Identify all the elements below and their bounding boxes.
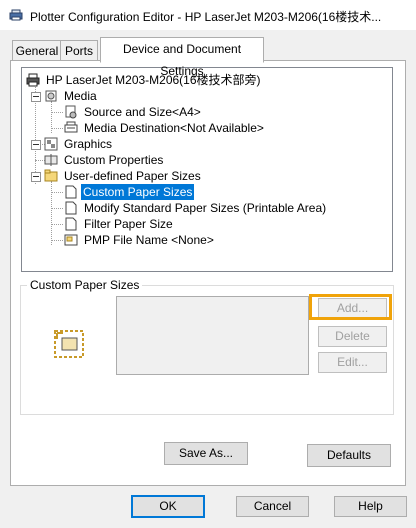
add-button-highlight — [309, 294, 392, 320]
pmp-file-icon — [64, 234, 78, 246]
tree-line — [51, 240, 63, 242]
ok-button[interactable]: OK — [131, 495, 205, 518]
output-tray-icon — [64, 121, 78, 133]
tab-device-and-document-settings[interactable]: Device and Document Settings — [100, 37, 264, 78]
tree-label-media: Media — [64, 89, 97, 103]
tree-label-custom-paper-sizes: Custom Paper Sizes — [81, 184, 195, 200]
paper-icon — [65, 217, 77, 231]
tree-line — [51, 192, 63, 194]
edit-button[interactable]: Edit... — [318, 352, 387, 373]
tree-label-graphics: Graphics — [64, 137, 113, 151]
collapse-toggle[interactable] — [31, 92, 41, 102]
tree-line — [51, 224, 63, 226]
custom-paper-icon — [54, 330, 84, 358]
tree-label-custom-properties: Custom Properties — [64, 153, 164, 167]
media-icon — [45, 90, 57, 102]
custom-paper-sizes-list[interactable] — [116, 296, 309, 375]
plotter-icon — [9, 9, 23, 21]
tree-line — [51, 128, 63, 130]
folder-icon — [44, 169, 58, 182]
settings-tree[interactable]: HP LaserJet M203-M206(16楼技术部旁) Media Sou… — [21, 67, 393, 272]
collapse-toggle[interactable] — [31, 172, 41, 182]
defaults-button[interactable]: Defaults — [307, 444, 391, 467]
paper-source-icon — [65, 105, 77, 119]
group-title: Custom Paper Sizes — [27, 278, 143, 292]
tree-label-source-and-size: Source and Size<A4> — [84, 105, 201, 119]
window-title: Plotter Configuration Editor - HP LaserJ… — [30, 10, 382, 24]
properties-icon — [44, 154, 58, 166]
tree-line — [51, 112, 63, 114]
tree-label-filter-paper-size: Filter Paper Size — [84, 217, 173, 231]
expand-toggle[interactable] — [31, 140, 41, 150]
tree-line — [51, 208, 63, 210]
tab-ports[interactable]: Ports — [60, 40, 98, 61]
paper-icon — [65, 185, 77, 199]
tree-label-modify-standard-paper-sizes: Modify Standard Paper Sizes (Printable A… — [84, 201, 327, 215]
printer-icon — [26, 73, 40, 87]
help-button[interactable]: Help — [334, 496, 407, 517]
tree-line — [51, 181, 53, 245]
save-as-button[interactable]: Save As... — [164, 442, 248, 465]
tree-label-media-destination: Media Destination<Not Available> — [84, 121, 264, 135]
tree-label-pmp-file-name: PMP File Name <None> — [84, 233, 214, 247]
tree-label-user-defined-paper-sizes: User-defined Paper Sizes — [64, 169, 201, 183]
cancel-button[interactable]: Cancel — [236, 496, 309, 517]
delete-button[interactable]: Delete — [318, 326, 387, 347]
paper-icon — [65, 201, 77, 215]
tab-general[interactable]: General — [12, 40, 62, 61]
graphics-icon — [44, 137, 58, 151]
tree-label-root: HP LaserJet M203-M206(16楼技术部旁) — [46, 73, 261, 87]
